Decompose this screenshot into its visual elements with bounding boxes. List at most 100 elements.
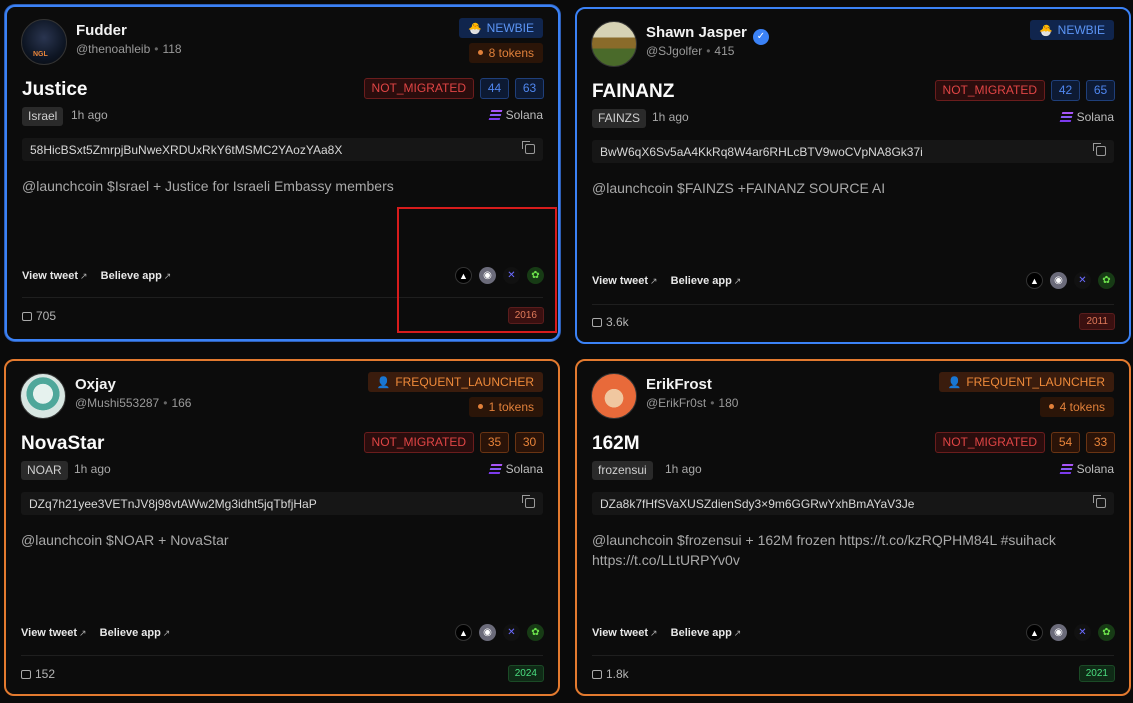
account-year-badge: 2016 [507, 307, 544, 324]
ticker-badge: Israel [22, 107, 64, 126]
stat-2: 30 [515, 432, 544, 453]
coin-name: 162M [592, 433, 640, 454]
frog-icon[interactable]: ✿ [1098, 624, 1115, 641]
comment-count: 1.8k [592, 667, 629, 681]
token-count-badge: 4 tokens [1039, 397, 1114, 417]
user-name[interactable]: Oxjay [75, 376, 116, 393]
frequent-launcher-badge: 👤 FREQUENT_LAUNCHER [938, 372, 1114, 392]
triangle-icon[interactable]: ▲ [455, 267, 472, 284]
contract-address[interactable]: BwW6qX6Sv5aA4KkRq8W4ar6RHLcBTV9woCVpNA8G… [592, 140, 1114, 163]
copy-icon[interactable] [1093, 495, 1106, 508]
token-card-novastar[interactable]: Oxjay @Mushi553287 • 166 👤 FREQUENT_LAUNCHE… [4, 359, 560, 696]
external-link-icon: ↗ [650, 276, 658, 286]
ring-icon[interactable]: ◉ [479, 624, 496, 641]
time-ago: 1h ago [71, 108, 108, 122]
tweet-description: @launchcoin $FAINZS +FAINANZ SOURCE AI [592, 180, 886, 196]
contract-address[interactable]: DZa8k7fHfSVaXUSZdienSdy3×9m6GGRwYxhBmAYa… [592, 492, 1114, 515]
believe-app-link[interactable]: Believe app ↗ [101, 270, 172, 282]
external-link-icon: ↗ [79, 628, 87, 638]
user-name[interactable]: ErikFrost [646, 376, 712, 393]
contract-address[interactable]: 58HicBSxt5ZmrpjBuNweXRDUxRkY6tMSMC2YAozY… [22, 138, 543, 161]
view-tweet-link[interactable]: View tweet ↗ [22, 270, 88, 282]
token-card-fainanz[interactable]: Shawn Jasper ✓ @SJgolfer • 415 🐣 NEWBIE FAIN… [575, 7, 1131, 344]
account-year-badge: 2024 [507, 665, 544, 682]
triangle-icon[interactable]: ▲ [455, 624, 472, 641]
view-tweet-link[interactable]: View tweet ↗ [21, 627, 87, 639]
divider [592, 655, 1114, 656]
believe-app-link[interactable]: Believe app ↗ [100, 627, 171, 639]
divider [22, 297, 543, 298]
user-name[interactable]: Fudder [76, 22, 127, 39]
view-tweet-link[interactable]: View tweet ↗ [592, 627, 658, 639]
external-link-icon: ↗ [80, 271, 88, 281]
newbie-badge: 🐣 NEWBIE [458, 18, 543, 38]
ring-icon[interactable]: ◉ [1050, 624, 1067, 641]
links-row: View tweet ↗ Believe app ↗ [21, 627, 180, 639]
believe-app-link[interactable]: Believe app ↗ [671, 275, 742, 287]
believe-app-link[interactable]: Believe app ↗ [671, 627, 742, 639]
account-year-badge: 2021 [1078, 665, 1115, 682]
copy-icon[interactable] [1093, 143, 1106, 156]
triangle-icon[interactable]: ▲ [1026, 624, 1043, 641]
user-name[interactable]: Shawn Jasper ✓ [646, 24, 769, 45]
avatar[interactable] [20, 373, 66, 419]
external-link-icon: ↗ [733, 628, 742, 638]
ticker-badge: FAINZS [592, 109, 647, 128]
migration-status: NOT_MIGRATED [363, 78, 474, 99]
coin-name: NovaStar [21, 433, 105, 454]
coin-name: FAINANZ [592, 81, 675, 102]
links-row: View tweet ↗ Believe app ↗ [592, 275, 751, 287]
follower-count: 415 [714, 44, 735, 58]
status-row: NOT_MIGRATED 54 33 [934, 432, 1115, 453]
avatar[interactable] [591, 373, 637, 419]
links-row: View tweet ↗ Believe app ↗ [592, 627, 751, 639]
triangle-icon[interactable]: ▲ [1026, 272, 1043, 289]
tweet-description: @launchcoin $Israel + Justice for Israel… [22, 178, 394, 194]
chain-label: Solana [1059, 110, 1114, 124]
stat-1: 42 [1051, 80, 1080, 101]
token-card-162m[interactable]: ErikFrost @ErikFr0st • 180 👤 FREQUENT_LAUNC… [575, 359, 1131, 696]
external-link-icon: ↗ [163, 271, 172, 281]
view-tweet-link[interactable]: View tweet ↗ [592, 275, 658, 287]
ring-icon[interactable]: ◉ [1050, 272, 1067, 289]
links-row: View tweet ↗ Believe app ↗ [22, 270, 181, 282]
social-icons: ▲ ◉ ✕ ✿ [455, 624, 544, 641]
stat-1: 44 [480, 78, 509, 99]
stat-2: 33 [1086, 432, 1115, 453]
time-ago: 1h ago [652, 110, 689, 124]
frequent-launcher-badge: 👤 FREQUENT_LAUNCHER [367, 372, 543, 392]
chat-icon [21, 670, 31, 679]
solana-icon [488, 464, 502, 474]
avatar[interactable] [591, 21, 637, 67]
avatar[interactable]: NGL [21, 19, 67, 65]
frog-icon[interactable]: ✿ [1098, 272, 1115, 289]
x-icon[interactable]: ✕ [503, 624, 520, 641]
token-count-badge: 1 tokens [468, 397, 543, 417]
chick-icon: 🐣 [1038, 25, 1053, 37]
tweet-description: @launchcoin $NOAR + NovaStar [21, 532, 229, 548]
contract-address[interactable]: DZq7h21yee3VETnJV8j98vtAWw2Mg3idht5jqTbf… [21, 492, 543, 515]
comment-count: 152 [21, 667, 55, 681]
time-ago: 1h ago [665, 462, 702, 476]
x-icon[interactable]: ✕ [503, 267, 520, 284]
coin-name: Justice [22, 79, 88, 100]
migration-status: NOT_MIGRATED [363, 432, 474, 453]
copy-icon[interactable] [522, 141, 535, 154]
frog-icon[interactable]: ✿ [527, 267, 544, 284]
person-icon: 👤 [376, 377, 391, 389]
solana-icon [488, 110, 502, 120]
person-icon: 👤 [947, 377, 962, 389]
chat-icon [592, 318, 602, 327]
x-icon[interactable]: ✕ [1074, 624, 1091, 641]
token-card-justice[interactable]: NGL Fudder @thenoahleib • 118 🐣 NEWBIE 8 to… [5, 5, 560, 341]
verified-icon: ✓ [752, 29, 769, 45]
social-icons: ▲ ◉ ✕ ✿ [1026, 624, 1115, 641]
user-handle: @thenoahleib • 118 [76, 42, 182, 56]
x-icon[interactable]: ✕ [1074, 272, 1091, 289]
solana-icon [1059, 112, 1073, 122]
frog-icon[interactable]: ✿ [527, 624, 544, 641]
status-row: NOT_MIGRATED 35 30 [363, 432, 544, 453]
ring-icon[interactable]: ◉ [479, 267, 496, 284]
user-handle: @ErikFr0st • 180 [646, 396, 739, 410]
copy-icon[interactable] [522, 495, 535, 508]
